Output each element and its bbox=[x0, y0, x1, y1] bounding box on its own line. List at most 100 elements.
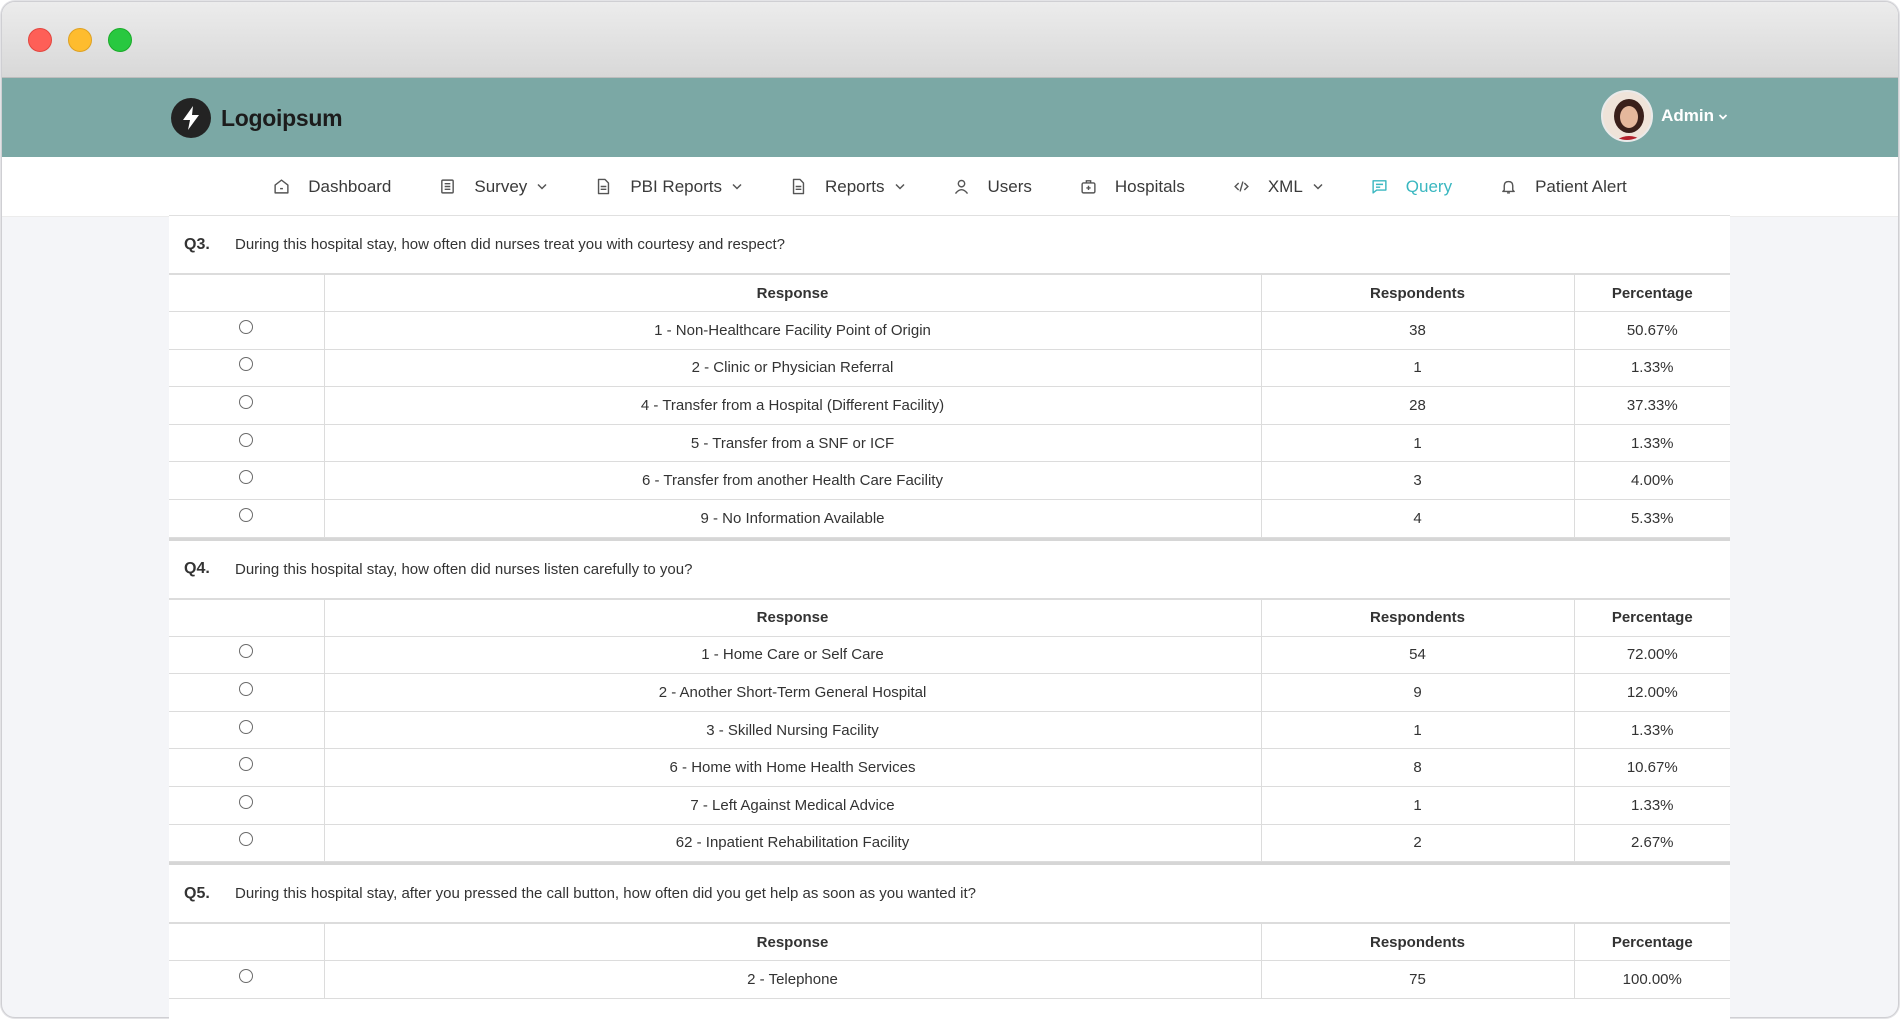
radio-cell bbox=[169, 348, 325, 388]
response-radio[interactable] bbox=[239, 395, 254, 410]
table-row: 6 - Home with Home Health Services 8 10.67… bbox=[169, 748, 1730, 787]
response-radio[interactable] bbox=[239, 968, 254, 983]
select-column-header bbox=[169, 923, 325, 962]
percentage-cell: 1.33% bbox=[1573, 785, 1730, 825]
nav-item-label: Survey bbox=[474, 176, 528, 196]
percentage-cell: 1.33% bbox=[1573, 710, 1730, 750]
question-block: Q5. During this hospital stay, after you … bbox=[169, 865, 1730, 999]
radio-cell bbox=[169, 748, 325, 787]
table-row: 2 - Clinic or Physician Referral 1 1.33% bbox=[169, 348, 1730, 388]
nav-item-reports[interactable]: Reports bbox=[790, 177, 905, 197]
response-radio[interactable] bbox=[239, 644, 254, 659]
percentage-cell: 1.33% bbox=[1573, 423, 1730, 463]
percentage-cell: 4.00% bbox=[1573, 461, 1730, 500]
hospital-icon bbox=[1080, 178, 1106, 195]
respondents-cell: 3 bbox=[1260, 461, 1575, 500]
response-radio[interactable] bbox=[239, 432, 254, 447]
question-number: Q4. bbox=[184, 560, 210, 578]
respondents-cell: 54 bbox=[1260, 635, 1575, 675]
percentage-column-header: Percentage bbox=[1573, 923, 1730, 962]
response-radio[interactable] bbox=[239, 357, 254, 372]
percentage-cell: 12.00% bbox=[1573, 673, 1730, 712]
question-header: Q4. During this hospital stay, how often … bbox=[169, 541, 1730, 599]
nav-item-patient-alert[interactable]: Patient Alert bbox=[1500, 177, 1627, 197]
percentage-cell: 50.67% bbox=[1573, 311, 1730, 350]
nav-item-survey[interactable]: Survey bbox=[439, 177, 547, 197]
select-column-header bbox=[169, 598, 325, 637]
radio-cell bbox=[169, 498, 325, 538]
respondents-column-header: Respondents bbox=[1260, 923, 1575, 962]
window-titlebar bbox=[2, 2, 1898, 78]
question-number: Q5. bbox=[184, 884, 210, 902]
avatar bbox=[1601, 90, 1654, 142]
response-cell: 1 - Non-Healthcare Facility Point of Ori… bbox=[323, 311, 1262, 350]
code-icon bbox=[1233, 178, 1259, 195]
respondents-cell: 1 bbox=[1260, 348, 1575, 388]
response-cell: 6 - Transfer from another Health Care Fa… bbox=[323, 461, 1262, 500]
response-cell: 1 - Home Care or Self Care bbox=[323, 635, 1262, 675]
respondents-cell: 1 bbox=[1260, 710, 1575, 750]
response-radio[interactable] bbox=[239, 470, 254, 485]
response-radio[interactable] bbox=[239, 719, 254, 734]
response-cell: 3 - Skilled Nursing Facility bbox=[323, 710, 1262, 750]
response-cell: 7 - Left Against Medical Advice bbox=[323, 785, 1262, 825]
maximize-window-button[interactable] bbox=[108, 28, 132, 52]
user-name: Admin bbox=[1661, 106, 1714, 125]
table-header-row: Response Respondents Percentage bbox=[169, 923, 1730, 962]
nav-item-label: Query bbox=[1405, 176, 1453, 196]
response-radio[interactable] bbox=[239, 794, 254, 809]
percentage-cell: 1.33% bbox=[1573, 348, 1730, 388]
chevron-down-icon bbox=[1718, 114, 1728, 120]
radio-cell bbox=[169, 673, 325, 712]
radio-cell bbox=[169, 710, 325, 750]
chevron-down-icon bbox=[894, 183, 905, 190]
percentage-cell: 37.33% bbox=[1573, 386, 1730, 425]
response-column-header: Response bbox=[323, 274, 1262, 312]
table-row: 2 - Another Short-Term General Hospital 9… bbox=[169, 673, 1730, 712]
response-cell: 2 - Another Short-Term General Hospital bbox=[323, 673, 1262, 712]
nav-item-query[interactable]: Query bbox=[1371, 177, 1452, 197]
response-radio[interactable] bbox=[239, 832, 254, 847]
nav-item-pbi-reports[interactable]: PBI Reports bbox=[595, 177, 742, 197]
nav-item-label: Dashboard bbox=[308, 176, 392, 196]
table-row: 6 - Transfer from another Health Care Fa… bbox=[169, 461, 1730, 500]
response-column-header: Response bbox=[323, 598, 1262, 637]
home-icon bbox=[273, 178, 299, 195]
nav-item-label: PBI Reports bbox=[630, 176, 722, 196]
user-menu[interactable]: Admin bbox=[1601, 90, 1728, 142]
close-window-button[interactable] bbox=[28, 28, 52, 52]
response-cell: 6 - Home with Home Health Services bbox=[323, 748, 1262, 787]
response-cell: 5 - Transfer from a SNF or ICF bbox=[323, 423, 1262, 463]
table-row: 62 - Inpatient Rehabilitation Facility 2 2… bbox=[169, 823, 1730, 863]
document-icon bbox=[790, 178, 816, 195]
chevron-down-icon bbox=[732, 183, 742, 190]
response-radio[interactable] bbox=[239, 319, 254, 334]
table-row: 7 - Left Against Medical Advice 1 1.33% bbox=[169, 785, 1730, 825]
response-radio[interactable] bbox=[239, 681, 254, 696]
table-row: 9 - No Information Available 4 5.33% bbox=[169, 498, 1730, 538]
list-icon bbox=[439, 178, 465, 195]
nav-item-users[interactable]: Users bbox=[953, 177, 1032, 197]
nav-item-label: XML bbox=[1267, 176, 1303, 196]
percentage-cell: 5.33% bbox=[1573, 498, 1730, 538]
user-icon bbox=[953, 178, 979, 195]
table-header-row: Response Respondents Percentage bbox=[169, 274, 1730, 312]
response-cell: 2 - Clinic or Physician Referral bbox=[323, 348, 1262, 388]
response-radio[interactable] bbox=[239, 757, 254, 772]
radio-cell bbox=[169, 461, 325, 500]
nav-item-label: Reports bbox=[824, 176, 885, 196]
nav-item-hospitals[interactable]: Hospitals bbox=[1080, 177, 1185, 197]
query-results: Q3. During this hospital stay, how often … bbox=[169, 215, 1730, 1020]
nav-item-dashboard[interactable]: Dashboard bbox=[273, 177, 391, 197]
nav-item-xml[interactable]: XML bbox=[1233, 177, 1323, 197]
response-radio[interactable] bbox=[239, 507, 254, 522]
radio-cell bbox=[169, 823, 325, 863]
bell-icon bbox=[1500, 178, 1526, 195]
bolt-icon bbox=[171, 98, 211, 138]
minimize-window-button[interactable] bbox=[68, 28, 92, 52]
table-row: 4 - Transfer from a Hospital (Different … bbox=[169, 386, 1730, 425]
respondents-cell: 75 bbox=[1260, 960, 1575, 999]
logo[interactable]: Logoipsum bbox=[171, 98, 343, 138]
table-row: 3 - Skilled Nursing Facility 1 1.33% bbox=[169, 710, 1730, 750]
response-table: Response Respondents Percentage 1 - Home Ca… bbox=[169, 598, 1730, 863]
